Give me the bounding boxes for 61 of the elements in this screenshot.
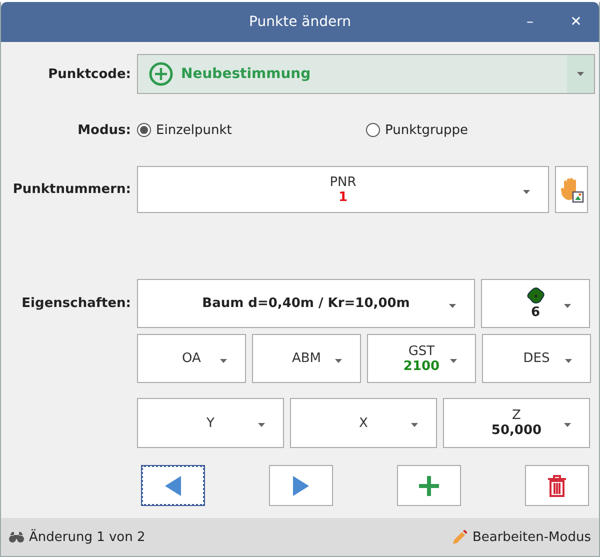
binoculars-icon (9, 531, 24, 543)
left-arrow-icon (165, 476, 181, 496)
symbol-dropdown[interactable]: 6 (481, 279, 590, 328)
close-button[interactable]: ✕ (553, 2, 599, 42)
field-caption: X (359, 416, 368, 430)
dropdown-caret-icon (565, 358, 572, 362)
minimize-button[interactable]: – (507, 2, 553, 42)
field-caption: OA (182, 351, 201, 366)
right-arrow-icon (293, 476, 309, 496)
point-number-dropdown[interactable]: PNR 1 (137, 166, 549, 213)
trash-icon (548, 474, 566, 496)
attribute-dropdown[interactable]: DES (482, 334, 591, 383)
dropdown-caret-icon (220, 358, 227, 362)
radio-label[interactable]: Einzelpunkt (156, 122, 232, 138)
radio-label[interactable]: Punktgruppe (385, 122, 468, 138)
field-label: Punktnummern: (12, 182, 131, 197)
field-caption: GST (408, 344, 435, 358)
delete-button[interactable] (525, 465, 589, 506)
window-title: Punkte ändern (249, 14, 351, 30)
attribute-dropdown[interactable]: GST 2100 (367, 334, 476, 383)
attribute-dropdown[interactable]: OA (137, 334, 246, 383)
plus-icon (419, 476, 439, 496)
field-caption: Z (512, 408, 521, 423)
field-value: 6 (530, 305, 540, 320)
field-label: Punktcode: (47, 66, 131, 82)
dropdown-caret-icon (523, 190, 530, 194)
radio-button[interactable] (366, 123, 380, 137)
add-button[interactable] (397, 465, 461, 506)
field-caption: PNR (330, 174, 356, 190)
status-text: Bearbeiten-Modus (472, 530, 591, 544)
field-value: 1 (338, 190, 348, 204)
field-label: Eigenschaften: (20, 296, 131, 311)
tree-symbol-icon (526, 287, 546, 305)
dropdown-caret-icon (411, 423, 418, 427)
dropdown-caret-icon (564, 423, 571, 427)
attribute-dropdown[interactable]: ABM (252, 334, 361, 383)
status-text: Änderung 1 von 2 (29, 530, 146, 544)
field-value: Baum d=0,40m / Kr=10,00m (202, 296, 410, 311)
dropdown-caret-icon (258, 423, 265, 427)
coordinate-dropdown[interactable]: Z 50,000 (443, 398, 590, 448)
radio-button[interactable] (137, 123, 151, 137)
field-value: 2100 (403, 358, 440, 374)
field-label: Modus: (76, 122, 131, 138)
property-dropdown[interactable]: Baum d=0,40m / Kr=10,00m (137, 279, 475, 328)
next-button[interactable] (269, 465, 333, 506)
field-caption: ABM (292, 351, 322, 366)
plus-circle-icon (149, 62, 173, 86)
coordinate-dropdown[interactable]: Y (137, 398, 284, 448)
dropdown-caret-icon (335, 358, 342, 362)
dropdown-caret-icon (450, 358, 457, 362)
field-value: 50,000 (491, 423, 542, 438)
field-caption: Y (206, 416, 214, 430)
pencil-icon (453, 530, 468, 544)
coordinate-dropdown[interactable]: X (290, 398, 437, 448)
pick-button[interactable] (555, 166, 588, 213)
dropdown-caret-icon (577, 72, 584, 76)
dropdown-caret-icon (564, 304, 571, 308)
field-caption: DES (523, 351, 550, 366)
hand-icon (560, 176, 584, 202)
dropdown-caret-icon (449, 304, 456, 308)
previous-button[interactable] (141, 465, 205, 506)
